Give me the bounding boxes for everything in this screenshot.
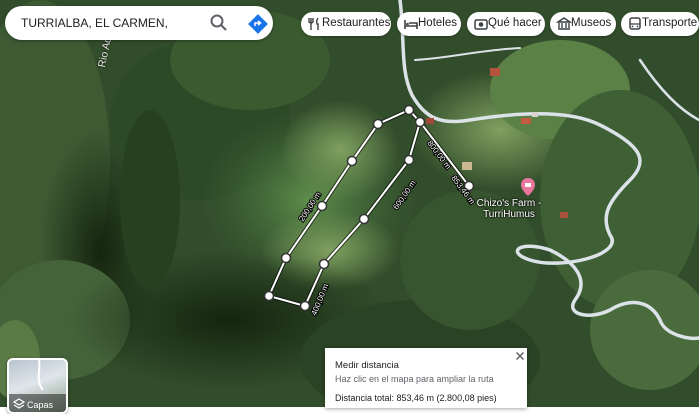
chip-label: Museos [571, 17, 612, 29]
search-box[interactable]: TURRIALBA, EL CARMEN, [5, 6, 273, 40]
bus-icon [629, 17, 641, 30]
layers-icon [13, 398, 25, 409]
chip-museos[interactable]: Museos [550, 12, 616, 36]
museum-icon [556, 17, 572, 30]
bed-icon [404, 20, 418, 29]
layers-label: Capas [27, 400, 54, 410]
measure-point [414, 116, 426, 128]
chip-hoteles[interactable]: Hoteles [397, 12, 461, 36]
measure-point [372, 118, 384, 130]
pin-icon[interactable] [521, 178, 535, 196]
measure-total: Distancia total: 853,46 m (2.800,08 pies… [335, 393, 497, 403]
chip-que-hacer[interactable]: Qué hacer [467, 12, 545, 36]
poi-label[interactable]: Chizo's Farm - TurriHumus [474, 198, 544, 220]
chip-label: Transporte [642, 17, 698, 29]
measure-point [403, 104, 415, 116]
close-icon[interactable] [515, 351, 525, 361]
measure-distance-panel: Medir distancia Haz clic en el mapa para… [325, 348, 527, 408]
fork-knife-icon [308, 17, 319, 30]
measure-title: Medir distancia [335, 360, 399, 371]
measure-point [358, 213, 370, 225]
chip-restaurantes[interactable]: Restaurantes [301, 12, 391, 36]
chip-transporte[interactable]: Transporte [621, 12, 699, 36]
camera-icon [474, 19, 488, 30]
search-input[interactable]: TURRIALBA, EL CARMEN, [21, 16, 168, 30]
measure-point [316, 200, 328, 212]
measure-point [318, 258, 330, 270]
chip-label: Hoteles [418, 17, 457, 29]
chip-label: Qué hacer [488, 17, 542, 29]
directions-icon[interactable] [247, 13, 269, 35]
measure-hint: Haz clic en el mapa para ampliar la ruta [335, 374, 494, 384]
measure-point [299, 300, 311, 312]
measure-point [346, 155, 358, 167]
measure-point [403, 154, 415, 166]
measure-point [263, 290, 275, 302]
measure-point [280, 252, 292, 264]
search-icon[interactable] [209, 13, 229, 33]
layers-button[interactable]: Capas [7, 358, 68, 414]
chip-label: Restaurantes [322, 17, 391, 29]
